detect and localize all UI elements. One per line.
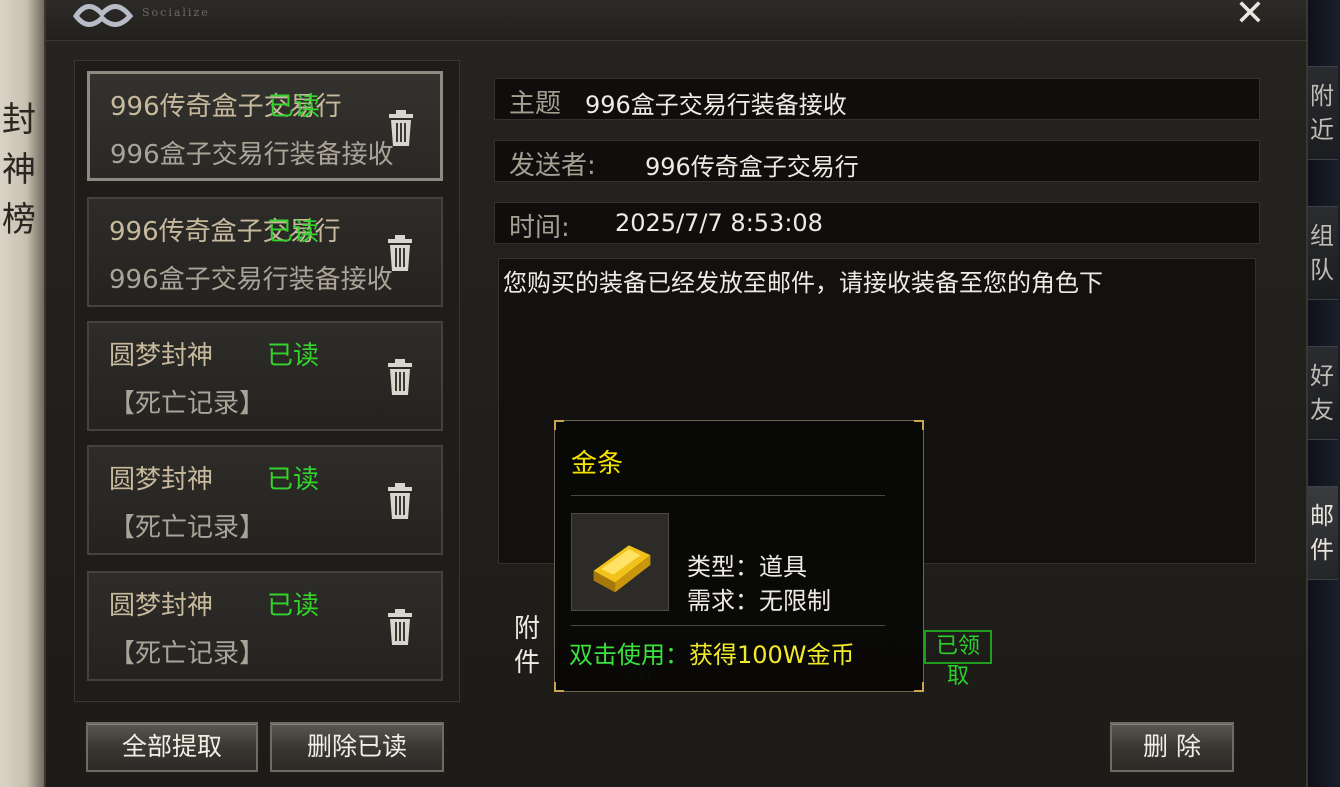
item-name: 金条 (571, 449, 624, 479)
claimed-tag: 已领取 (924, 630, 992, 689)
time-label: 时间: (509, 213, 570, 243)
item-tooltip: 金条 类型：道具 需求：无限制 双击使用：获得100W金币 (554, 420, 924, 692)
mail-sender: 圆梦封神 (109, 341, 214, 371)
mail-body-text: 您购买的装备已经发放至邮件，请接收装备至您的角色下 (503, 269, 1103, 297)
trash-icon[interactable] (385, 357, 415, 397)
time-field: 时间: 2025/7/7 8:53:08 (494, 202, 1260, 244)
mail-item[interactable]: 996传奇盒子交易行 已读 996盒子交易行装备接收 (87, 71, 443, 181)
item-icon-slot (571, 513, 669, 611)
side-tab-mail[interactable]: 邮件 (1305, 486, 1338, 580)
background-left-art: 封 神 榜 (0, 0, 44, 787)
tooltip-corner (914, 420, 924, 430)
subject-label: 主题 (509, 89, 562, 119)
delete-read-button[interactable]: 删除已读 (270, 722, 444, 772)
mail-status: 已读 (267, 217, 320, 247)
tooltip-corner (554, 682, 564, 692)
trash-icon[interactable] (385, 233, 415, 273)
side-tab-team[interactable]: 组队 (1305, 206, 1338, 300)
gold-bar-icon (593, 545, 651, 593)
mail-subject: 【死亡记录】 (109, 513, 266, 543)
item-requirement: 需求：无限制 (687, 587, 831, 615)
trash-icon[interactable] (385, 607, 415, 647)
mail-subject: 996盒子交易行装备接收 (110, 140, 394, 170)
trash-icon[interactable] (385, 481, 415, 521)
item-use-label: 双击使用： (569, 641, 689, 669)
side-tab-label: 好友 (1310, 362, 1334, 424)
mail-list: 996传奇盒子交易行 已读 996盒子交易行装备接收 996传奇盒子交易行 已读… (74, 60, 460, 702)
mail-subject: 【死亡记录】 (109, 389, 266, 419)
delete-button[interactable]: 删 除 (1110, 722, 1234, 772)
mail-status: 已读 (267, 591, 320, 621)
trash-icon[interactable] (386, 108, 416, 148)
close-button[interactable]: ✕ (1230, 0, 1270, 34)
tooltip-corner (554, 420, 564, 430)
side-tab-nearby[interactable]: 附近 (1305, 66, 1338, 160)
title-bar: Socialize ✕ (46, 0, 1306, 41)
mail-status: 已读 (267, 341, 320, 371)
logo-text: Socialize (142, 6, 210, 19)
mail-item[interactable]: 圆梦封神 已读 【死亡记录】 (87, 571, 443, 681)
subject-value: 996盒子交易行装备接收 (585, 91, 847, 119)
mail-status: 已读 (268, 92, 321, 122)
decorative-calligraphy: 榜 (2, 200, 36, 240)
tooltip-divider (571, 495, 885, 496)
side-tab-friends[interactable]: 好友 (1305, 346, 1338, 440)
mail-sender: 圆梦封神 (109, 465, 214, 495)
subject-field: 主题 996盒子交易行装备接收 (494, 78, 1260, 120)
mail-item[interactable]: 圆梦封神 已读 【死亡记录】 (87, 321, 443, 431)
attachment-label: 附件 (514, 614, 541, 678)
mail-status: 已读 (267, 465, 320, 495)
sender-value: 996传奇盒子交易行 (645, 153, 859, 181)
sender-label: 发送者: (509, 151, 596, 181)
socialize-logo-icon (72, 4, 134, 27)
time-value: 2025/7/7 8:53:08 (615, 209, 823, 237)
side-tab-label: 邮件 (1310, 502, 1334, 564)
side-tab-label: 附近 (1310, 82, 1334, 144)
mail-subject: 【死亡记录】 (109, 639, 266, 669)
item-use: 双击使用：获得100W金币 (569, 635, 855, 670)
tooltip-corner (914, 682, 924, 692)
mail-sender: 圆梦封神 (109, 591, 214, 621)
claim-all-button[interactable]: 全部提取 (86, 722, 258, 772)
sender-field: 发送者: 996传奇盒子交易行 (494, 140, 1260, 182)
mail-item[interactable]: 996传奇盒子交易行 已读 996盒子交易行装备接收 (87, 197, 443, 307)
side-tab-label: 组队 (1310, 222, 1334, 284)
side-tab-bar: 附近 组队 好友 邮件 (1304, 0, 1340, 787)
item-type: 类型：道具 (687, 553, 807, 581)
tooltip-divider (571, 625, 885, 626)
mail-subject: 996盒子交易行装备接收 (109, 265, 393, 295)
item-use-effect: 获得100W金币 (689, 641, 855, 669)
decorative-calligraphy: 神 (2, 150, 36, 190)
mail-item[interactable]: 圆梦封神 已读 【死亡记录】 (87, 445, 443, 555)
decorative-calligraphy: 封 (2, 100, 36, 140)
